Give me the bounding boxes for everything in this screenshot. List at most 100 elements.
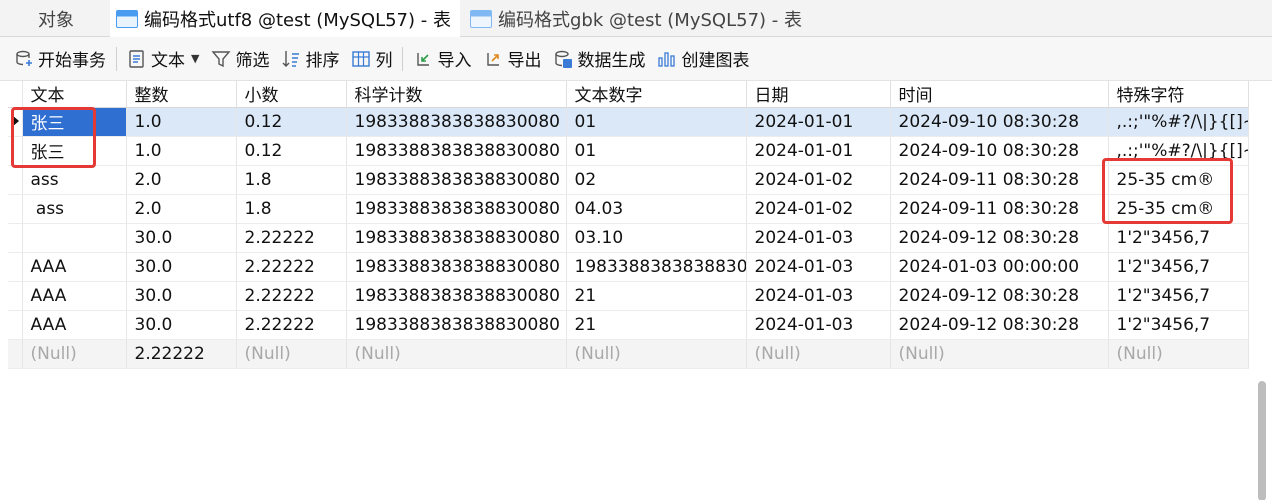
- table-row[interactable]: 张三 1.0 0.12 1983388383838830080 01 2024-…: [8, 136, 1249, 166]
- table-cell[interactable]: ass: [22, 194, 127, 224]
- table-cell[interactable]: 2.0: [126, 165, 237, 195]
- table-cell[interactable]: 25-35 cm®: [1108, 165, 1249, 195]
- table-cell[interactable]: (Null): [236, 339, 347, 369]
- table-cell[interactable]: 1983388383838830080: [346, 310, 567, 340]
- table-cell[interactable]: 2024-09-12 08:30:28: [890, 310, 1109, 340]
- table-cell[interactable]: 02: [566, 165, 747, 195]
- table-cell[interactable]: 2024-09-12 08:30:28: [890, 281, 1109, 311]
- table-cell[interactable]: 1.8: [236, 194, 347, 224]
- table-cell[interactable]: 1.0: [126, 107, 237, 137]
- table-cell[interactable]: 2024-09-11 08:30:28: [890, 194, 1109, 224]
- table-cell[interactable]: 1983388383838830080: [346, 165, 567, 195]
- table-cell[interactable]: (Null): [1108, 339, 1249, 369]
- table-cell[interactable]: 张三: [22, 107, 127, 137]
- create-chart-button[interactable]: 创建图表: [657, 44, 749, 74]
- table-cell[interactable]: 2.22222: [236, 223, 347, 253]
- table-row[interactable]: ass 2.0 1.8 1983388383838830080 02 2024-…: [8, 165, 1249, 195]
- tab-objects[interactable]: 对象: [24, 0, 114, 37]
- table-cell[interactable]: 1'2"3456,7: [1108, 310, 1249, 340]
- table-cell[interactable]: 30.0: [126, 310, 237, 340]
- table-cell[interactable]: 2024-01-03: [746, 310, 891, 340]
- column-header-decimal[interactable]: 小数: [236, 81, 347, 108]
- table-cell[interactable]: (Null): [890, 339, 1109, 369]
- table-cell[interactable]: 1983388383838830080: [346, 136, 567, 166]
- column-header-date[interactable]: 日期: [746, 81, 891, 108]
- table-cell[interactable]: 2.0: [126, 194, 237, 224]
- table-row[interactable]: 30.0 2.22222 1983388383838830080 03.10 2…: [8, 223, 1249, 253]
- table-cell[interactable]: 2.22222: [236, 281, 347, 311]
- tab-gbk-table[interactable]: 编码格式gbk @test (MySQL57) - 表: [466, 0, 816, 37]
- table-cell[interactable]: 2024-09-12 08:30:28: [890, 223, 1109, 253]
- table-cell[interactable]: ,.:;'"%#?/\|}{[]~!(: [1108, 107, 1249, 137]
- import-button[interactable]: 导入: [413, 44, 471, 74]
- table-row[interactable]: ass 2.0 1.8 1983388383838830080 04.03 20…: [8, 194, 1249, 224]
- column-header-integer[interactable]: 整数: [126, 81, 237, 108]
- table-cell[interactable]: 1'2"3456,7: [1108, 281, 1249, 311]
- table-cell[interactable]: 张三: [22, 136, 127, 166]
- table-cell[interactable]: (Null): [566, 339, 747, 369]
- generate-data-button[interactable]: 数据生成: [553, 44, 645, 74]
- table-cell[interactable]: 1983388383838830080: [346, 252, 567, 282]
- tab-utf8-table[interactable]: 编码格式utf8 @test (MySQL57) - 表: [110, 0, 460, 37]
- vertical-scrollbar[interactable]: [1256, 81, 1266, 500]
- table-cell[interactable]: 21: [566, 310, 747, 340]
- table-row[interactable]: AAA 30.0 2.22222 1983388383838830080 21 …: [8, 310, 1249, 340]
- table-row[interactable]: AAA 30.0 2.22222 1983388383838830080 198…: [8, 252, 1249, 282]
- table-cell[interactable]: (Null): [22, 339, 127, 369]
- table-cell[interactable]: 30.0: [126, 252, 237, 282]
- table-cell[interactable]: 0.12: [236, 107, 347, 137]
- table-cell[interactable]: 1983388383838830080: [346, 194, 567, 224]
- table-cell[interactable]: 2024-09-11 08:30:28: [890, 165, 1109, 195]
- table-cell[interactable]: 1983388383838830080: [346, 107, 567, 137]
- table-cell[interactable]: 2024-01-02: [746, 194, 891, 224]
- begin-transaction-button[interactable]: 开始事务: [14, 44, 106, 74]
- table-cell[interactable]: 1983388383838830080: [346, 223, 567, 253]
- column-header-special-chars[interactable]: 特殊字符: [1108, 81, 1249, 108]
- export-button[interactable]: 导出: [483, 44, 541, 74]
- column-header-time[interactable]: 时间: [890, 81, 1109, 108]
- columns-button[interactable]: 列: [351, 44, 392, 74]
- table-cell[interactable]: AAA: [22, 310, 127, 340]
- table-cell[interactable]: 2.22222: [126, 339, 237, 369]
- table-cell[interactable]: 2024-01-03 00:00:00: [890, 252, 1109, 282]
- table-cell[interactable]: 1983388383838830080: [346, 281, 567, 311]
- sort-button[interactable]: 排序: [281, 44, 339, 74]
- table-cell[interactable]: 2024-01-03: [746, 281, 891, 311]
- table-cell[interactable]: 25-35 cm®: [1108, 194, 1249, 224]
- table-cell[interactable]: 01: [566, 107, 747, 137]
- table-cell[interactable]: AAA: [22, 252, 127, 282]
- table-cell[interactable]: [22, 223, 127, 253]
- table-cell[interactable]: 2024-01-03: [746, 223, 891, 253]
- table-cell[interactable]: 1.0: [126, 136, 237, 166]
- column-header-scientific[interactable]: 科学计数: [346, 81, 567, 108]
- scrollbar-thumb[interactable]: [1258, 381, 1266, 500]
- table-row[interactable]: (Null) 2.22222 (Null) (Null) (Null) (Nul…: [8, 339, 1249, 369]
- text-view-button[interactable]: 文本 ▼: [127, 44, 199, 74]
- table-cell[interactable]: 2024-01-03: [746, 252, 891, 282]
- table-cell[interactable]: ,.:;'"%#?/\|}{[]~!(: [1108, 136, 1249, 166]
- filter-button[interactable]: 筛选: [211, 44, 269, 74]
- table-cell[interactable]: 30.0: [126, 223, 237, 253]
- table-cell[interactable]: 01: [566, 136, 747, 166]
- table-cell[interactable]: 1'2"3456,7: [1108, 252, 1249, 282]
- table-cell[interactable]: AAA: [22, 281, 127, 311]
- table-cell[interactable]: 2.22222: [236, 310, 347, 340]
- table-cell[interactable]: 2024-01-01: [746, 107, 891, 137]
- table-row[interactable]: 张三 1.0 0.12 1983388383838830080 01 2024-…: [8, 107, 1249, 137]
- table-cell[interactable]: 1'2"3456,7: [1108, 223, 1249, 253]
- table-cell[interactable]: 2024-01-01: [746, 136, 891, 166]
- table-cell[interactable]: 21: [566, 281, 747, 311]
- table-cell[interactable]: 19833883838388303: [566, 252, 747, 282]
- table-cell[interactable]: 30.0: [126, 281, 237, 311]
- chevron-down-icon[interactable]: ▼: [191, 52, 199, 65]
- table-cell[interactable]: 2.22222: [236, 252, 347, 282]
- table-row[interactable]: AAA 30.0 2.22222 1983388383838830080 21 …: [8, 281, 1249, 311]
- table-cell[interactable]: 04.03: [566, 194, 747, 224]
- table-cell[interactable]: 03.10: [566, 223, 747, 253]
- table-cell[interactable]: 2024-01-02: [746, 165, 891, 195]
- table-cell[interactable]: 1.8: [236, 165, 347, 195]
- table-cell[interactable]: 2024-09-10 08:30:28: [890, 136, 1109, 166]
- table-cell[interactable]: ass: [22, 165, 127, 195]
- table-cell[interactable]: (Null): [346, 339, 567, 369]
- table-cell[interactable]: 0.12: [236, 136, 347, 166]
